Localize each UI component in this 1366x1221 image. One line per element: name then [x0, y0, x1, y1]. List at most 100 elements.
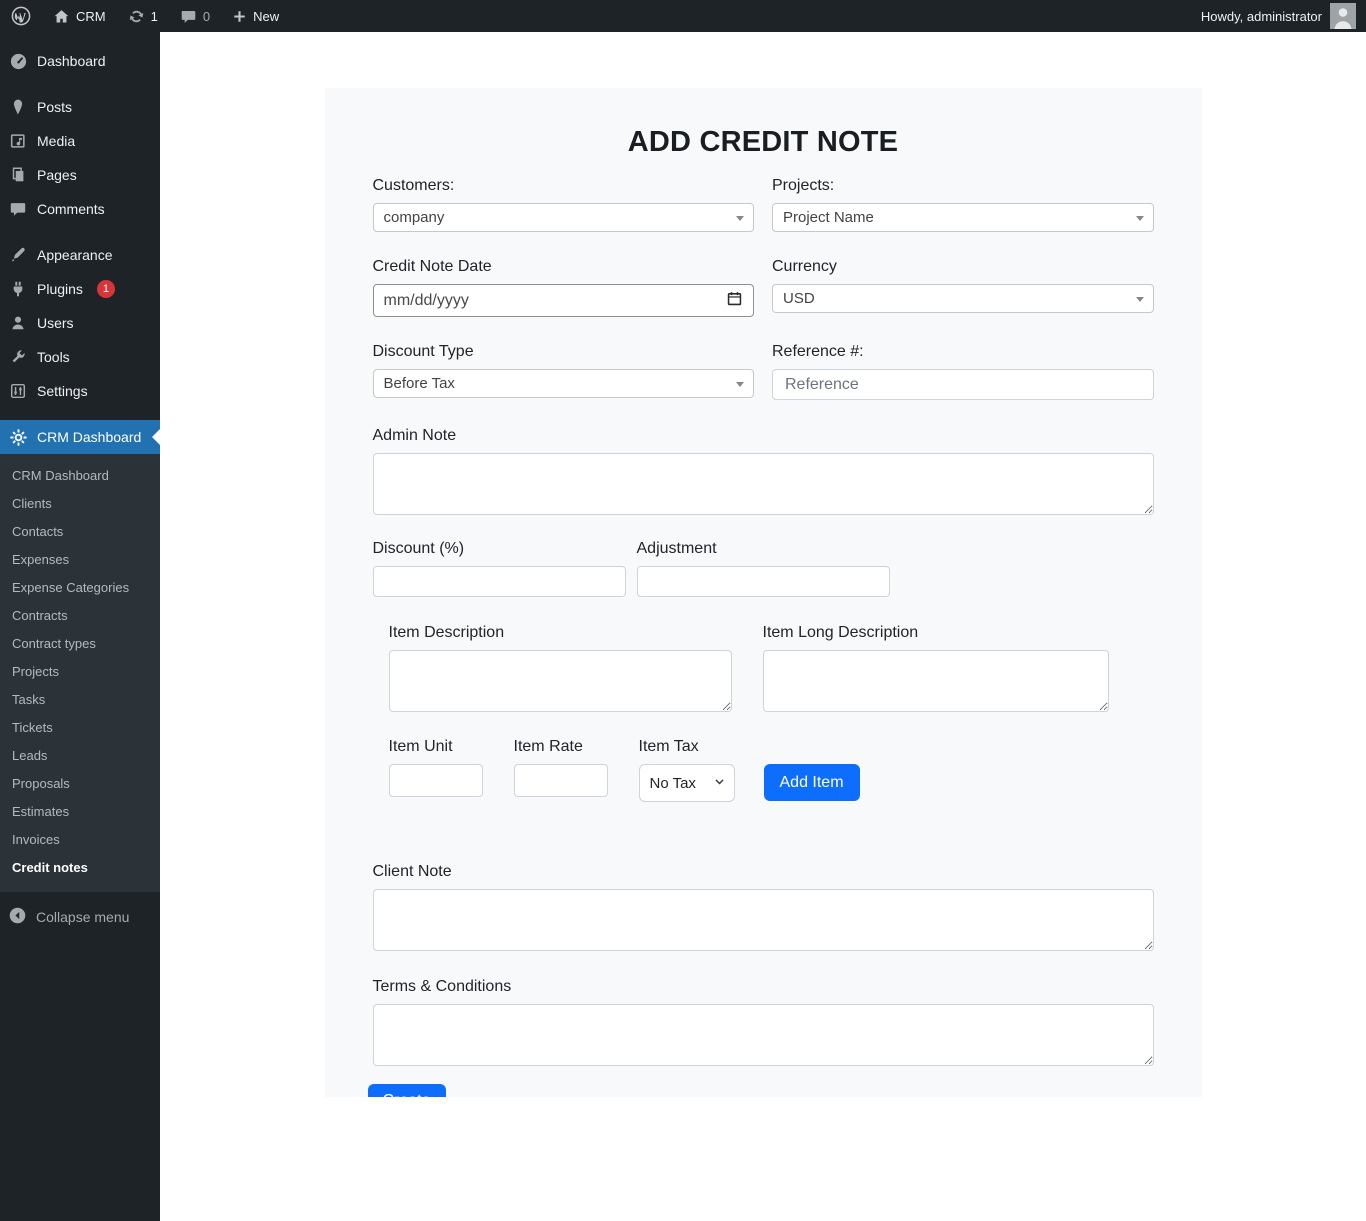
current-item-arrow-icon — [152, 429, 160, 445]
admin-note-textarea[interactable] — [373, 453, 1154, 515]
item-long-description-textarea[interactable] — [763, 650, 1109, 712]
sidebar-item-label: Tools — [37, 349, 70, 365]
page-title: ADD CREDIT NOTE — [373, 126, 1154, 159]
calendar-icon — [726, 290, 743, 312]
submenu-item-tickets[interactable]: Tickets — [0, 714, 160, 742]
updates-button[interactable]: 1 — [117, 0, 169, 32]
currency-label: Currency — [772, 257, 1154, 276]
submenu-item-contracts[interactable]: Contracts — [0, 602, 160, 630]
new-label: New — [253, 9, 279, 24]
sidebar-item-tools[interactable]: Tools — [0, 340, 160, 374]
sidebar-item-dashboard[interactable]: Dashboard — [0, 44, 160, 78]
admin-top-bar: CRM 1 0 New Howdy, administrator — [0, 0, 1366, 32]
submenu-item-contract-types[interactable]: Contract types — [0, 630, 160, 658]
sliders-icon — [8, 381, 28, 401]
dropdown-arrow-icon — [1136, 297, 1144, 302]
comment-bubble-icon — [180, 8, 197, 25]
sidebar-item-posts[interactable]: Posts — [0, 90, 160, 124]
submenu-item-invoices[interactable]: Invoices — [0, 826, 160, 854]
client-note-textarea[interactable] — [373, 889, 1154, 951]
reference-label: Reference #: — [772, 342, 1154, 361]
sidebar-item-label: Media — [37, 133, 75, 149]
brush-icon — [8, 245, 28, 265]
plug-icon — [8, 279, 28, 299]
submenu-item-expenses[interactable]: Expenses — [0, 546, 160, 574]
sidebar-item-label: Settings — [37, 383, 88, 399]
sidebar-item-settings[interactable]: Settings — [0, 374, 160, 408]
item-tax-label: Item Tax — [639, 737, 735, 756]
admin-sidebar: Dashboard Posts Media Pages Comments — [0, 32, 160, 1221]
my-account-button[interactable]: Howdy, administrator — [1201, 0, 1366, 32]
admin-note-label: Admin Note — [373, 426, 1154, 445]
currency-select[interactable]: USD — [772, 284, 1154, 313]
projects-label: Projects: — [772, 176, 1154, 195]
submenu-item-expense-categories[interactable]: Expense Categories — [0, 574, 160, 602]
submenu-item-credit-notes[interactable]: Credit notes — [0, 854, 160, 882]
pages-icon — [8, 165, 28, 185]
submenu-item-proposals[interactable]: Proposals — [0, 770, 160, 798]
discount-pct-label: Discount (%) — [373, 539, 626, 558]
comments-button[interactable]: 0 — [169, 0, 221, 32]
customers-selected-value: company — [384, 209, 445, 226]
submenu-item-crm-dashboard[interactable]: CRM Dashboard — [0, 462, 160, 490]
client-note-label: Client Note — [373, 862, 1154, 881]
add-credit-note-card: ADD CREDIT NOTE Customers: company Proje… — [325, 88, 1202, 1097]
menu-separator — [0, 78, 160, 90]
sidebar-item-appearance[interactable]: Appearance — [0, 238, 160, 272]
menu-separator — [0, 408, 160, 420]
site-name-button[interactable]: CRM — [42, 0, 117, 32]
updates-count: 1 — [151, 9, 158, 24]
collapse-menu-label: Collapse menu — [36, 909, 129, 925]
submenu-item-clients[interactable]: Clients — [0, 490, 160, 518]
terms-textarea[interactable] — [373, 1004, 1154, 1066]
customers-label: Customers: — [373, 176, 755, 195]
add-item-button[interactable]: Add Item — [764, 764, 860, 801]
submenu-item-leads[interactable]: Leads — [0, 742, 160, 770]
dropdown-arrow-icon — [736, 382, 744, 387]
plus-icon — [232, 9, 247, 24]
currency-selected-value: USD — [783, 290, 815, 307]
sidebar-item-users[interactable]: Users — [0, 306, 160, 340]
sidebar-item-comments[interactable]: Comments — [0, 192, 160, 226]
item-unit-input[interactable] — [389, 764, 483, 797]
new-content-button[interactable]: New — [221, 0, 290, 32]
wordpress-logo-icon — [11, 6, 31, 26]
create-button[interactable]: Create — [368, 1084, 446, 1097]
item-description-textarea[interactable] — [389, 650, 732, 712]
dashboard-icon — [8, 51, 28, 71]
sidebar-item-plugins[interactable]: Plugins 1 — [0, 272, 160, 306]
submenu-item-tasks[interactable]: Tasks — [0, 686, 160, 714]
collapse-menu-button[interactable]: Collapse menu — [0, 900, 160, 934]
admin-bar-left: CRM 1 0 New — [0, 0, 290, 32]
howdy-text: Howdy, administrator — [1201, 9, 1322, 24]
wordpress-menu-button[interactable] — [0, 0, 42, 32]
plugins-update-badge: 1 — [97, 280, 115, 298]
crm-submenu: CRM Dashboard Clients Contacts Expenses … — [0, 454, 160, 892]
item-description-label: Item Description — [389, 623, 732, 642]
submenu-item-contacts[interactable]: Contacts — [0, 518, 160, 546]
user-icon — [8, 313, 28, 333]
gear-icon — [8, 427, 28, 447]
discount-pct-input[interactable] — [373, 566, 626, 597]
dropdown-arrow-icon — [1136, 216, 1144, 221]
adjustment-input[interactable] — [637, 566, 890, 597]
projects-select[interactable]: Project Name — [772, 203, 1154, 232]
item-tax-select[interactable]: No Tax — [639, 764, 735, 802]
sidebar-item-media[interactable]: Media — [0, 124, 160, 158]
discount-type-selected-value: Before Tax — [384, 375, 455, 392]
projects-selected-value: Project Name — [783, 209, 874, 226]
adjustment-label: Adjustment — [637, 539, 890, 558]
sidebar-item-label: CRM Dashboard — [37, 429, 141, 445]
comments-count: 0 — [203, 9, 210, 24]
sidebar-item-crm-dashboard[interactable]: CRM Dashboard — [0, 420, 160, 454]
sidebar-item-pages[interactable]: Pages — [0, 158, 160, 192]
sidebar-item-label: Appearance — [37, 247, 113, 263]
credit-note-date-input[interactable]: mm/dd/yyyy — [373, 284, 755, 317]
customers-select[interactable]: company — [373, 203, 755, 232]
reference-input[interactable] — [772, 369, 1154, 400]
item-rate-input[interactable] — [514, 764, 608, 797]
discount-type-select[interactable]: Before Tax — [373, 369, 755, 398]
submenu-item-projects[interactable]: Projects — [0, 658, 160, 686]
submenu-item-estimates[interactable]: Estimates — [0, 798, 160, 826]
main-content: ADD CREDIT NOTE Customers: company Proje… — [160, 32, 1366, 1221]
